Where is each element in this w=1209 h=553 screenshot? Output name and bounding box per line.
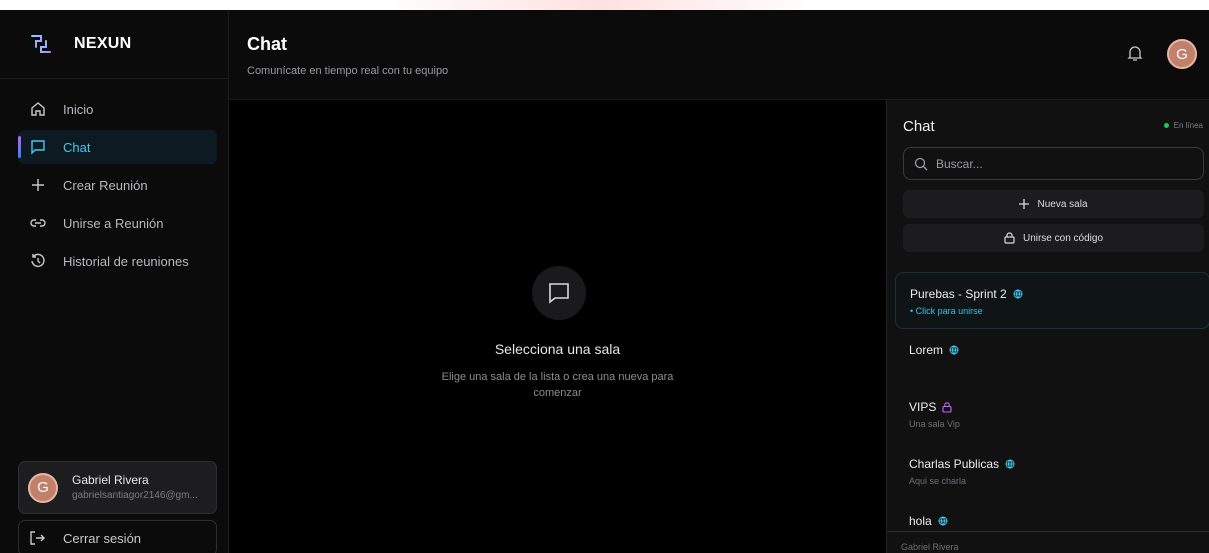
panel-title: Chat [903,118,935,135]
sidebar-item-label: Historial de reuniones [63,253,189,269]
sidebar-item-label: Chat [63,139,91,155]
brand-name: NEXUN [74,35,132,52]
plus-icon [30,177,46,193]
room-name: VIPS [909,400,937,414]
history-icon [30,253,46,269]
panel-footer-user: Gabriel Rivera [887,531,1209,553]
new-room-label: Nueva sala [1037,198,1088,210]
page-title: Chat [247,34,287,54]
room-item[interactable]: VIPS Una sala Vip [895,386,1209,443]
logout-button[interactable]: Cerrar sesión [18,520,217,553]
link-icon [30,215,46,231]
join-with-code-label: Unirse con código [1022,232,1104,244]
sidebar-item-chat[interactable]: Chat [18,130,217,164]
sidebar-item-label: Inicio [63,101,94,117]
logout-icon [29,530,45,546]
sidebar-item-historial[interactable]: Historial de reuniones [18,244,217,278]
empty-state-text: Elige una sala de la lista o crea una nu… [441,371,674,399]
header-avatar[interactable]: G [1167,39,1197,69]
online-status: En línea [1163,121,1203,130]
online-status-label: En línea [1173,121,1203,130]
sidebar-item-crear-reunion[interactable]: Crear Reunión [18,168,217,202]
room-item[interactable]: Charlas Publicas Aqui se charla [895,443,1209,500]
sidebar: NEXUN Inicio Chat Crear Reunión Unirse a… [0,10,229,553]
chat-main-area: Selecciona una sala Elige una sala de la… [229,100,886,553]
room-list: Purebas - Sprint 2 • Click para unirse L… [895,272,1209,553]
room-join-hint: • Click para unirse [910,306,983,316]
room-name: Purebas - Sprint 2 [910,287,1007,301]
lock-icon [1004,232,1015,244]
room-name: Lorem [909,343,944,357]
message-square-icon [532,266,586,320]
bell-icon[interactable] [1127,44,1143,62]
join-with-code-button[interactable]: Unirse con código [903,224,1204,252]
globe-icon [938,516,948,526]
chat-rooms-panel: Chat En línea Nueva sala Unirse con códi… [886,100,1209,553]
search-box[interactable] [903,147,1204,180]
logout-label: Cerrar sesión [63,530,142,546]
room-item[interactable]: Lorem [895,329,1209,386]
browser-top-strip [0,0,1209,10]
lock-icon [942,401,952,413]
user-name: Gabriel Rivera [72,472,149,487]
message-square-icon [30,139,46,155]
globe-icon [949,345,959,355]
page-subtitle: Comunícate en tiempo real con tu equipo [247,65,449,77]
new-room-button[interactable]: Nueva sala [903,190,1204,218]
user-email: gabrielsantiagor2146@gm... [72,489,198,501]
room-name: hola [909,514,932,528]
room-description: Aqui se charla [909,476,967,486]
search-input[interactable] [936,156,1186,171]
sidebar-item-label: Crear Reunión [63,177,148,193]
globe-icon [1005,459,1015,469]
room-item[interactable]: Purebas - Sprint 2 • Click para unirse [895,272,1209,329]
sidebar-item-inicio[interactable]: Inicio [18,92,217,126]
plus-icon [1019,199,1030,209]
empty-state-title: Selecciona una sala [494,341,621,357]
sidebar-item-label: Unirse a Reunión [63,215,164,231]
search-icon [914,157,928,171]
nexun-logo-icon [31,35,51,53]
online-dot-icon [1163,123,1169,128]
avatar: G [28,472,58,503]
room-description: Una sala Vip [909,419,960,429]
room-name: Charlas Publicas [909,457,1000,471]
home-icon [30,101,46,117]
globe-icon [1013,289,1023,299]
sidebar-item-unirse-reunion[interactable]: Unirse a Reunión [18,206,217,240]
brand[interactable]: NEXUN [0,10,229,79]
sidebar-nav: Inicio Chat Crear Reunión Unirse a Reuni… [18,92,217,282]
page-header: Chat Comunícate en tiempo real con tu eq… [229,10,1209,100]
user-card[interactable]: G Gabriel Rivera gabrielsantiagor2146@gm… [18,461,217,514]
